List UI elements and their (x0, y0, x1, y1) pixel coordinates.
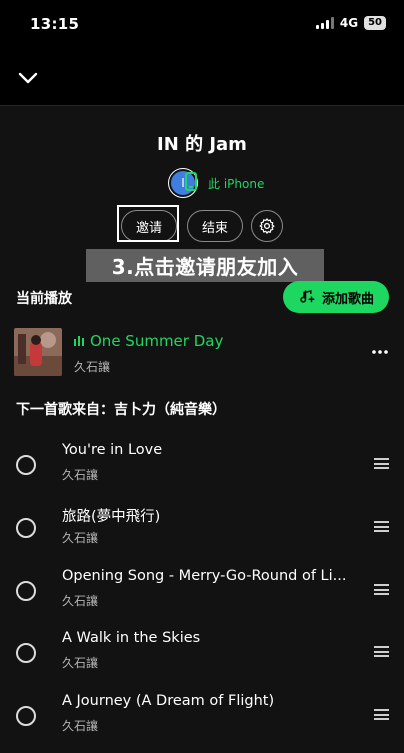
jam-title: IN 的 Jam (157, 134, 247, 155)
chevron-down-icon[interactable] (16, 66, 40, 90)
now-playing-artist: 久石讓 (74, 360, 111, 374)
settings-button[interactable] (251, 210, 283, 242)
drag-handle-icon[interactable] (374, 709, 389, 720)
track-title: 旅路(夢中飛行) (62, 509, 161, 525)
add-song-button[interactable]: 添加歌曲 (283, 281, 389, 313)
end-button[interactable]: 结束 (187, 210, 243, 242)
select-radio[interactable] (16, 581, 36, 601)
drag-handle-icon[interactable] (374, 521, 389, 532)
select-radio[interactable] (16, 706, 36, 726)
device-label[interactable]: 此 iPhone (208, 175, 264, 192)
album-cover (14, 328, 62, 376)
signal-icon (315, 17, 334, 29)
select-radio[interactable] (16, 643, 36, 663)
track-title: You're in Love (62, 442, 163, 458)
gear-icon (259, 218, 275, 234)
track-artist: 久石讓 (62, 531, 99, 545)
select-radio[interactable] (16, 455, 36, 475)
divider (0, 105, 404, 106)
phone-icon (185, 172, 197, 191)
equalizer-icon (74, 336, 84, 346)
network-type: 4G (339, 16, 359, 30)
end-label: 结束 (201, 220, 228, 236)
invite-highlight-box (117, 205, 179, 242)
battery-icon: 50 (364, 16, 386, 30)
more-icon[interactable] (370, 342, 390, 362)
track-artist: 久石讓 (62, 594, 99, 608)
queue-row[interactable]: Opening Song - Merry-Go-Round of Li... 久… (0, 568, 404, 628)
track-artist: 久石讓 (62, 656, 99, 670)
track-artist: 久石讓 (62, 468, 99, 482)
track-title: A Walk in the Skies (62, 630, 201, 646)
drag-handle-icon[interactable] (374, 646, 389, 657)
queue-row[interactable]: 旅路(夢中飛行) 久石讓 (0, 505, 404, 565)
queue-row[interactable]: You're in Love 久石讓 (0, 442, 404, 502)
drag-handle-icon[interactable] (374, 584, 389, 595)
now-playing-title-text: One Summer Day (90, 332, 224, 350)
now-playing-title[interactable]: One Summer Day (74, 332, 223, 350)
track-title: Opening Song - Merry-Go-Round of Li... (62, 568, 347, 584)
select-radio[interactable] (16, 518, 36, 538)
track-artist: 久石讓 (62, 719, 99, 733)
add-song-label: 添加歌曲 (321, 291, 374, 307)
track-title: A Journey (A Dream of Flight) (62, 693, 275, 709)
status-indicators: 4G 50 (315, 16, 386, 30)
drag-handle-icon[interactable] (374, 458, 389, 469)
queue-heading: 下一首歌来自：吉卜力（純音樂） (16, 402, 226, 418)
tutorial-caption: 3.点击邀请朋友加入 (86, 249, 324, 282)
add-music-icon (300, 290, 315, 303)
queue-row[interactable]: A Journey (A Dream of Flight) 久石讓 (0, 693, 404, 753)
queue-row[interactable]: A Walk in the Skies 久石讓 (0, 630, 404, 690)
status-time: 13:15 (30, 15, 80, 33)
now-playing-label: 当前播放 (16, 291, 72, 307)
